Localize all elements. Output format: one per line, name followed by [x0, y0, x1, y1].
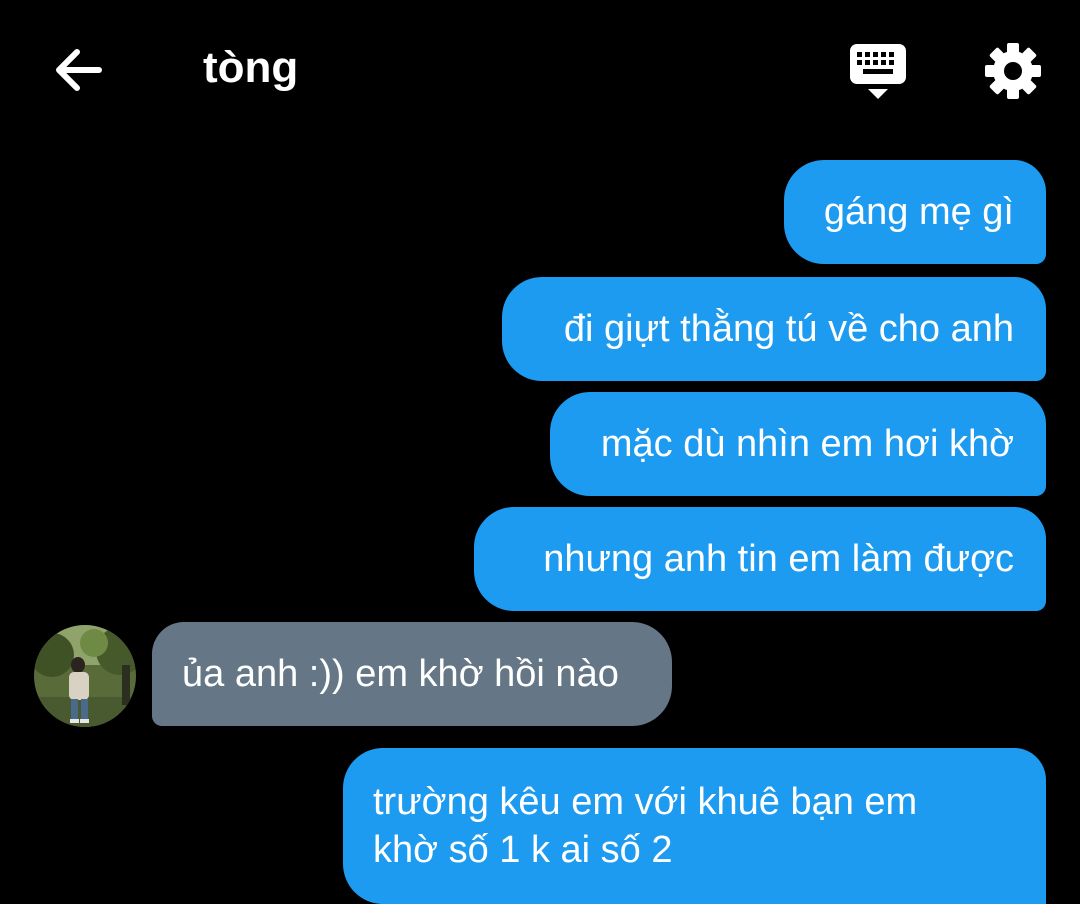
message-bubble-outgoing[interactable]: mặc dù nhìn em hơi khờ [550, 392, 1046, 496]
conversation-title: tòng [203, 43, 299, 92]
chat-header: tòng [0, 0, 1080, 140]
keyboard-icon [850, 44, 906, 99]
message-text: đi giựt thằng tú về cho anh [563, 308, 1014, 350]
message-text-line: khờ số 1 k ai số 2 [373, 829, 673, 871]
message-text: gáng mẹ gì [823, 191, 1014, 233]
chat-screen: tòng gáng mẹ gì đi giựt thằng tú về cho … [0, 0, 1080, 904]
message-bubble-outgoing[interactable]: đi giựt thằng tú về cho anh [502, 277, 1046, 381]
message-bubble-outgoing[interactable]: nhưng anh tin em làm được [474, 507, 1046, 611]
message-text: ủa anh :)) em khờ hồi nào [182, 653, 619, 695]
settings-button[interactable] [982, 40, 1044, 102]
message-bubble-outgoing[interactable]: trường kêu em với khuê bạn em khờ số 1 k… [343, 748, 1046, 904]
arrow-left-icon [56, 49, 102, 91]
sender-avatar[interactable] [34, 625, 136, 727]
back-button[interactable] [50, 44, 106, 96]
message-text: mặc dù nhìn em hơi khờ [600, 423, 1014, 465]
keyboard-button[interactable] [846, 40, 910, 104]
gear-icon [985, 43, 1041, 99]
message-bubble-incoming[interactable]: ủa anh :)) em khờ hồi nào [152, 622, 672, 726]
message-text-line: trường kêu em với khuê bạn em [373, 781, 918, 823]
avatar-photo [34, 625, 136, 727]
message-text: trường kêu em với khuê bạn em khờ số 1 k… [373, 778, 917, 874]
message-text: nhưng anh tin em làm được [543, 538, 1014, 580]
message-bubble-outgoing[interactable]: gáng mẹ gì [784, 160, 1046, 264]
